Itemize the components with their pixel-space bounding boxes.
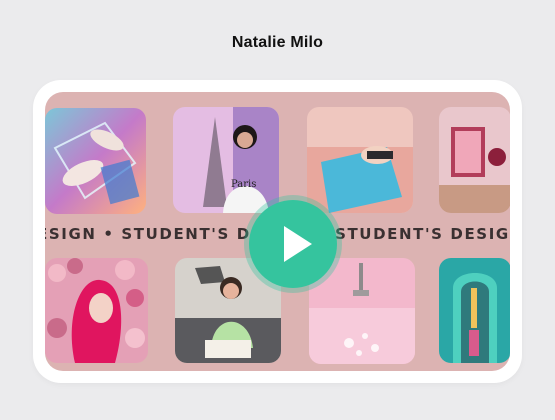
play-icon xyxy=(284,226,312,262)
pink-room-thumbnail xyxy=(439,107,510,213)
video-card: Paris SIGN • STUDENT'S STUDENT'S DESIG xyxy=(33,80,522,383)
video-player[interactable]: Paris SIGN • STUDENT'S STUDENT'S DESIG xyxy=(45,92,510,371)
flower-wall-thumbnail xyxy=(45,258,148,363)
author-name: Natalie Milo xyxy=(231,34,324,51)
pool-thumbnail xyxy=(307,107,413,213)
sneakers-thumbnail xyxy=(45,108,146,214)
svg-text:Paris: Paris xyxy=(231,179,256,190)
paris-portrait-thumbnail: Paris xyxy=(173,107,279,213)
teal-doorway-thumbnail xyxy=(439,258,510,363)
play-button[interactable] xyxy=(249,200,337,288)
page: Natalie Milo Paris SIGN • STUDENT'S STUD… xyxy=(0,0,555,420)
